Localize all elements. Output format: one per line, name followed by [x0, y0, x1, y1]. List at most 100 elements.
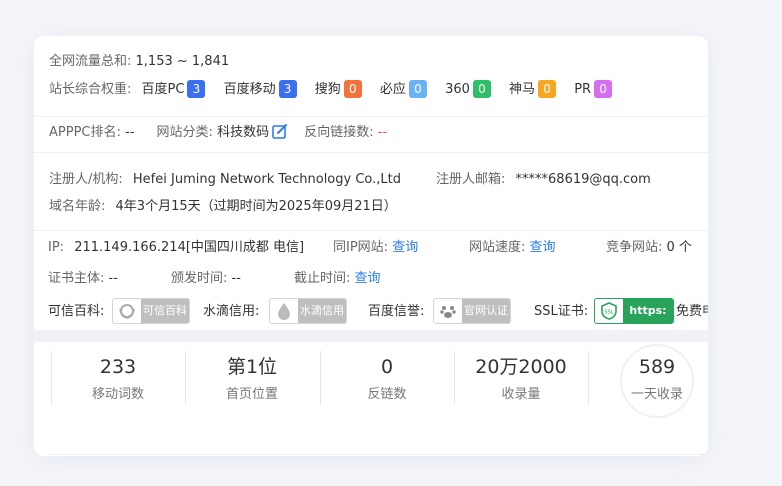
- cert-expiry-row: 截止时间: 查询: [294, 270, 381, 288]
- stat-backlinks: 0 反链数: [320, 354, 454, 402]
- competitor-value: 0 个: [666, 240, 692, 255]
- email-label: 注册人邮箱:: [436, 172, 506, 187]
- weight-badge: 0: [343, 80, 362, 98]
- registrant-row: 注册人/机构: Hefei Juming Network Technology …: [49, 171, 401, 189]
- weight-baidu-pc[interactable]: 百度PC 3: [142, 80, 206, 99]
- ip-value: 211.149.166.214[中国四川成都 电信]: [74, 240, 305, 255]
- cert-issued-label: 颁发时间:: [171, 271, 228, 286]
- stat-mobile-keywords: 233 移动词数: [51, 354, 185, 402]
- baidu-credit-badge[interactable]: 官网认证: [433, 298, 511, 324]
- stat-caption: 收录量: [501, 387, 541, 402]
- traffic-value: 1,153 ~ 1,841: [135, 54, 230, 69]
- divider: [34, 152, 708, 153]
- weight-name: 必应: [379, 82, 406, 97]
- shuidi-badge-text: 水滴信用: [298, 299, 346, 323]
- ssl-free-link[interactable]: 免费申: [676, 303, 708, 321]
- ssl-label: SSL证书:: [534, 304, 589, 319]
- weight-360[interactable]: 360 0: [445, 80, 491, 99]
- weight-badge: 3: [278, 80, 297, 98]
- cert-issued-row: 颁发时间: --: [171, 270, 241, 288]
- domain-age-value: 4年3个月15天（过期时间为2025年09月21日）: [115, 199, 397, 214]
- stat-caption: 首页位置: [225, 387, 278, 402]
- stat-caption: 一天收录: [630, 387, 683, 402]
- cert-subject-row: 证书主体: --: [48, 270, 118, 288]
- weight-name: 神马: [509, 82, 536, 97]
- registrant-value: Hefei Juming Network Technology Co.,Ltd: [132, 172, 401, 187]
- stat-indexed: 20万2000 收录量: [454, 354, 588, 402]
- category-label: 网站分类:: [156, 125, 213, 140]
- category-value: 科技数码: [217, 125, 270, 140]
- weight-baidu-mobile[interactable]: 百度移动 3: [224, 80, 297, 99]
- apppc-row: APPPC排名: -- 网站分类: 科技数码 反向链接数: --: [49, 123, 387, 142]
- ssl-icon-text: SSL: [604, 310, 613, 316]
- weight-sogou[interactable]: 搜狗 0: [315, 80, 362, 99]
- cert-subject-label: 证书主体:: [48, 271, 105, 286]
- registrant-email-row: 注册人邮箱: *****68619@qq.com: [436, 171, 651, 189]
- weight-name: 搜狗: [314, 82, 341, 97]
- stat-value: 0: [380, 356, 394, 378]
- stat-divider: [588, 351, 589, 405]
- cert-expiry-query-link[interactable]: 查询: [355, 271, 381, 286]
- ssl-shield-icon: SSL: [595, 299, 623, 323]
- competitor-row: 竞争网站: 0 个: [606, 239, 692, 257]
- weights-label: 站长综合权重:: [49, 82, 132, 97]
- kexin-badge-text: 可信百科: [141, 299, 189, 323]
- divider: [34, 116, 708, 117]
- divider: [34, 230, 708, 231]
- backlinks-label: 反向链接数:: [304, 125, 374, 140]
- kexin-label: 可信百科:: [48, 304, 105, 319]
- stat-home-position: 第1位 首页位置: [185, 354, 319, 402]
- paw-icon: [434, 299, 462, 323]
- ssl-badge-text: https:: [623, 299, 673, 323]
- weight-badge: 3: [187, 80, 206, 98]
- kexin-badge[interactable]: 可信百科: [112, 298, 190, 324]
- stat-caption: 反链数: [367, 387, 407, 402]
- stat-daily-indexed: 589 一天收录: [590, 354, 708, 402]
- baidu-credit-label: 百度信誉:: [368, 304, 425, 319]
- same-ip-row: 同IP网站: 查询: [333, 239, 418, 257]
- ip-row: IP: 211.149.166.214[中国四川成都 电信]: [48, 239, 304, 257]
- speed-query-link[interactable]: 查询: [530, 240, 556, 255]
- weight-badge: 0: [408, 80, 427, 98]
- traffic-row: 全网流量总和: 1,153 ~ 1,841: [49, 53, 229, 71]
- email-value: *****68619@qq.com: [515, 172, 651, 187]
- weight-name: 百度PC: [141, 82, 185, 97]
- bottom-divider: [48, 454, 708, 455]
- shuidi-badge[interactable]: 水滴信用: [269, 298, 347, 324]
- cert-expiry-label: 截止时间:: [294, 271, 351, 286]
- weights-row: 站长综合权重: 百度PC 3 百度移动 3 搜狗 0 必应 0 360 0 神马 0 PR 0: [49, 80, 626, 99]
- section-band: [34, 330, 708, 342]
- same-ip-label: 同IP网站:: [333, 240, 389, 255]
- ssl-badge[interactable]: SSL https:: [594, 298, 674, 324]
- laurel-icon: [113, 299, 141, 323]
- traffic-label: 全网流量总和:: [49, 54, 132, 69]
- weight-name: 360: [445, 82, 470, 97]
- weight-badge: 0: [472, 80, 491, 98]
- stat-value: 233: [99, 356, 137, 378]
- shuidi-label: 水滴信用:: [203, 304, 260, 319]
- weight-badge: 0: [594, 80, 613, 98]
- apppc-label: APPPC排名:: [49, 125, 121, 140]
- domain-age-label: 域名年龄:: [49, 199, 106, 214]
- backlinks-value: --: [377, 125, 388, 140]
- weight-name: 百度移动: [223, 82, 276, 97]
- domain-age-row: 域名年龄: 4年3个月15天（过期时间为2025年09月21日）: [49, 198, 397, 216]
- ip-label: IP:: [48, 240, 65, 255]
- stat-value: 第1位: [226, 356, 278, 378]
- edit-icon[interactable]: [272, 123, 288, 139]
- seo-info-card: 全网流量总和: 1,153 ~ 1,841 站长综合权重: 百度PC 3 百度移动…: [34, 36, 708, 456]
- competitor-label: 竞争网站:: [606, 240, 663, 255]
- stat-caption: 移动词数: [91, 387, 144, 402]
- same-ip-query-link[interactable]: 查询: [392, 240, 418, 255]
- cert-issued-value: --: [231, 271, 241, 286]
- weight-bing[interactable]: 必应 0: [380, 80, 427, 99]
- weight-pr[interactable]: PR 0: [574, 80, 613, 99]
- weight-shenma[interactable]: 神马 0: [509, 80, 557, 99]
- registrant-label: 注册人/机构:: [49, 172, 123, 187]
- speed-label: 网站速度:: [469, 240, 526, 255]
- baidu-credit-badge-text: 官网认证: [462, 299, 510, 323]
- stat-value: 20万2000: [475, 356, 567, 378]
- water-drop-icon: [270, 299, 298, 323]
- cert-subject-value: --: [108, 271, 118, 286]
- speed-row: 网站速度: 查询: [469, 239, 556, 257]
